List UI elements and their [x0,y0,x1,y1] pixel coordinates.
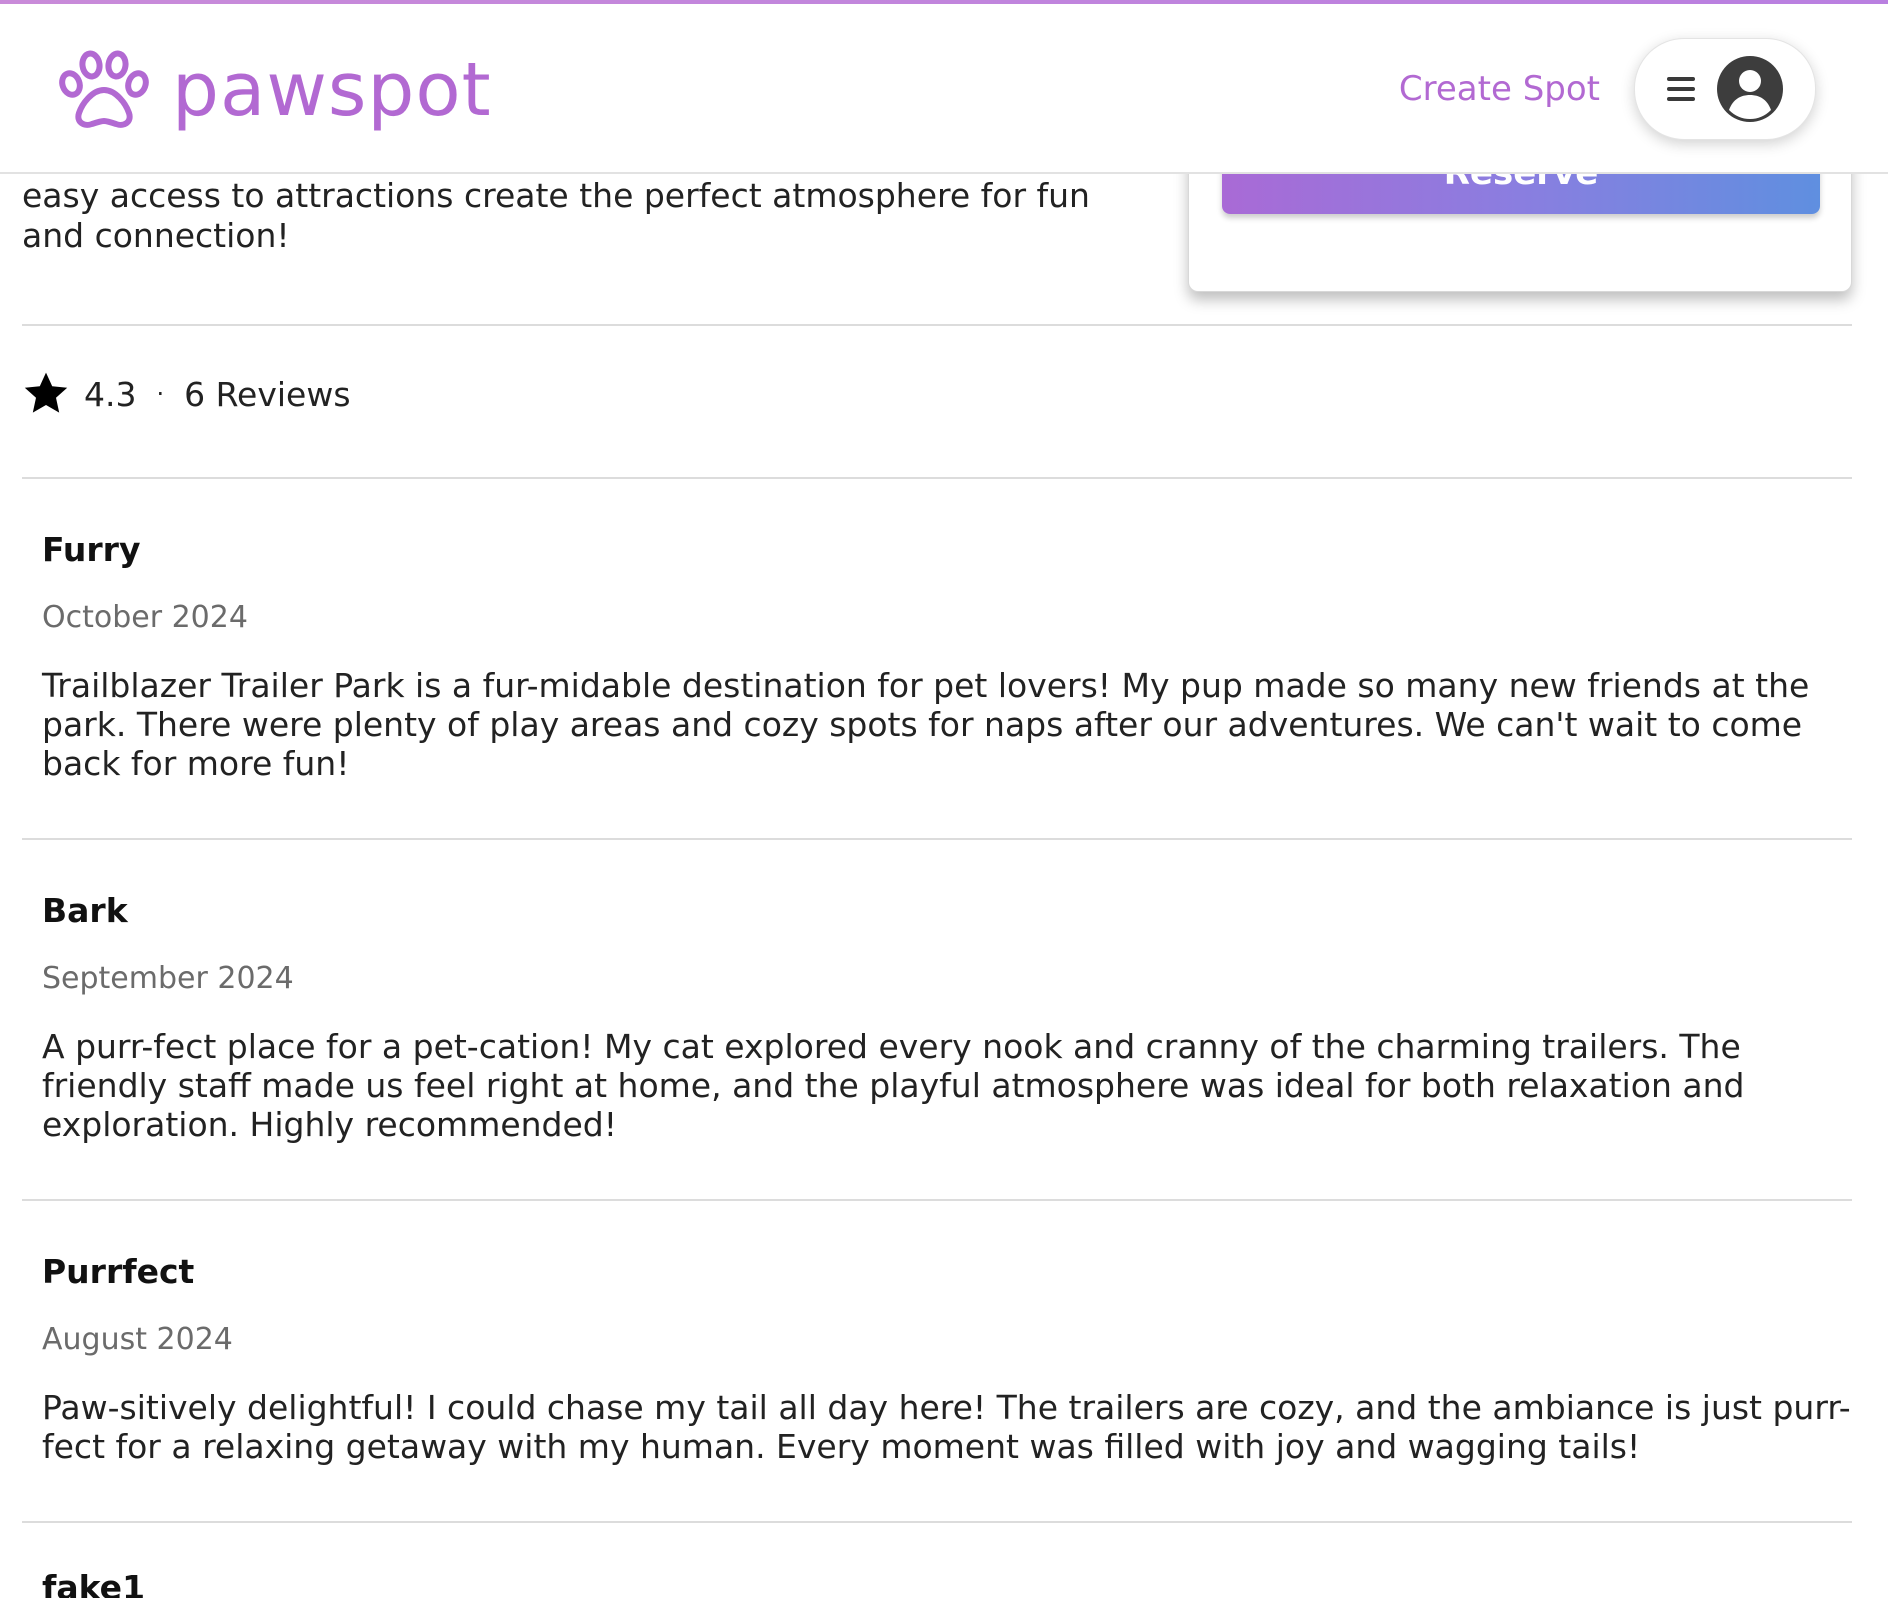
rating-separator: · [156,380,165,408]
review-text: A purr-fect place for a pet-cation! My c… [42,1027,1745,1144]
rating-summary: 4.3 · 6 Reviews [22,366,351,422]
review-author: Purrfect [42,1252,195,1291]
section-divider [22,477,1852,479]
review-divider [22,838,1852,840]
review-author: Furry [42,530,141,569]
section-divider [22,324,1852,326]
review-date: October 2024 [42,600,248,635]
hamburger-icon [1667,77,1695,101]
brand-name: pawspot [172,47,492,133]
create-spot-link[interactable]: Create Spot [1399,66,1600,112]
review-author: fake1 [42,1568,146,1598]
rating-average: 4.3 [84,374,137,414]
top-accent-bar [0,0,1888,4]
review-divider [22,1521,1852,1523]
review-date: September 2024 [42,961,294,996]
review-item: fake1 [42,1568,1852,1598]
user-circle-icon [1717,56,1783,122]
top-nav: pawspot Create Spot [0,0,1888,174]
review-text: Paw-sitively delightful! I could chase m… [42,1388,1851,1466]
star-icon [24,372,68,413]
review-item: Purrfect August 2024 Paw-sitively deligh… [42,1252,1852,1466]
home-logo-link[interactable]: pawspot [58,46,492,134]
review-author: Bark [42,891,128,930]
paw-icon [59,50,149,128]
review-item: Furry October 2024 Trailblazer Trailer P… [42,530,1852,783]
listing-description: easy access to attractions create the pe… [22,176,1090,255]
profile-menu-button[interactable] [1634,38,1816,140]
review-divider [22,1199,1852,1201]
review-item: Bark September 2024 A purr-fect place fo… [42,891,1852,1144]
reviews-count: 6 Reviews [184,374,351,414]
review-date: August 2024 [42,1322,233,1357]
review-text: Trailblazer Trailer Park is a fur-midabl… [42,666,1810,783]
spot-details-page: easy access to attractions create the pe… [0,0,1888,1598]
